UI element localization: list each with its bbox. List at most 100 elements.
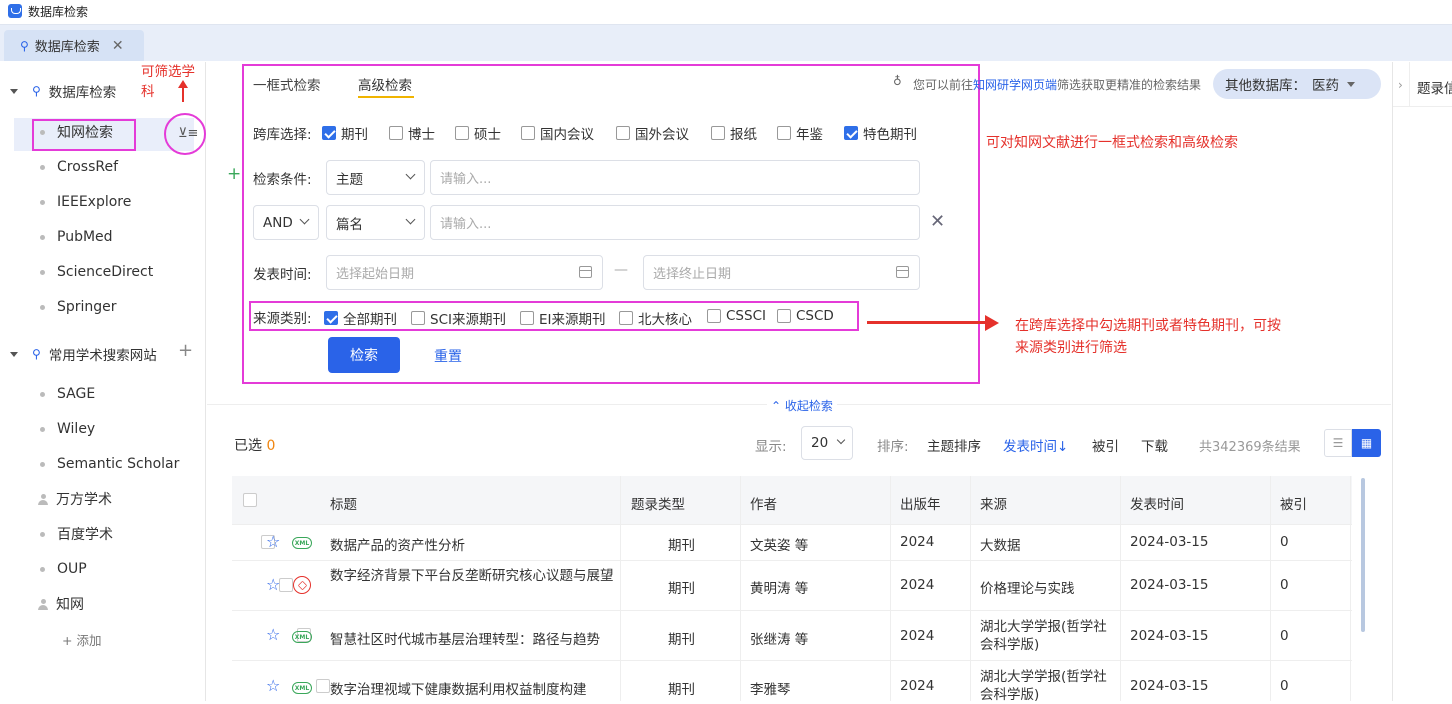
star-icon[interactable]: ☆ [266,676,280,695]
checkbox[interactable] [455,126,469,140]
start-date-input[interactable]: 选择起始日期 [326,255,603,290]
sidebar-item-semantic-scholar[interactable]: Semantic Scholar [40,450,179,478]
field-select-1[interactable]: 主题 [326,160,425,195]
cross-option-domestic-conf[interactable]: 国内会议 [521,123,594,143]
sidebar-item-oup[interactable]: OUP [40,555,87,583]
logic-select[interactable]: AND [253,205,319,240]
page-size-select[interactable]: 20 [801,426,853,460]
end-date-input[interactable]: 选择终止日期 [643,255,920,290]
xml-cloud-icon[interactable]: XML [292,537,312,549]
add-condition-icon[interactable]: + [227,164,241,184]
star-icon[interactable]: ☆ [266,532,280,551]
checkbox[interactable] [777,309,791,323]
row-title[interactable]: 数字经济背景下平台反垄断研究核心议题与展望 [330,567,615,585]
source-option-ei[interactable]: EI来源期刊 [520,308,606,328]
sidebar-item-cnki-site[interactable]: 知网 [38,590,84,618]
cross-option-foreign-conf[interactable]: 国外会议 [616,123,689,143]
col-divider [970,476,971,701]
col-year[interactable]: 出版年 [900,493,941,513]
checkbox[interactable] [711,126,725,140]
sidebar-item-cnki[interactable]: 知网检索 [40,118,113,146]
row-title[interactable]: 智慧社区时代城市基层治理转型：路径与趋势 [330,628,615,648]
close-icon[interactable]: ✕ [112,38,124,54]
cross-option-master[interactable]: 硕士 [455,123,501,143]
row-author: 黄明涛 等 [750,581,809,597]
field-select-2[interactable]: 篇名 [326,205,425,240]
checkbox[interactable] [844,126,858,140]
row-title[interactable]: 数字治理视域下健康数据利用权益制度构建 [330,678,615,698]
row-date: 2024-03-15 [1130,534,1209,550]
other-database-select[interactable]: 其他数据库： 医药 [1213,69,1381,99]
cross-option-newspaper[interactable]: 报纸 [711,123,757,143]
checkbox[interactable] [619,311,633,325]
search-input-2[interactable]: 请输入... [430,205,920,240]
sidebar-item-baidu[interactable]: 百度学术 [40,520,113,548]
checkbox[interactable] [324,311,338,325]
checkbox[interactable] [777,126,791,140]
col-source[interactable]: 来源 [980,493,1007,513]
tab-simple-search[interactable]: 一框式检索 [253,74,321,94]
source-option-cscd[interactable]: CSCD [777,308,834,324]
checkbox[interactable] [411,311,425,325]
row-date: 2024-03-15 [1130,577,1209,593]
select-all-checkbox[interactable] [243,493,257,507]
sort-by-cited[interactable]: 被引 [1092,435,1119,455]
star-icon[interactable]: ☆ [266,625,280,644]
sort-by-topic[interactable]: 主题排序 [927,435,981,455]
table-view-icon[interactable]: ▦ [1352,429,1381,457]
chevron-right-icon[interactable]: › [1398,78,1403,92]
sidebar-item-springer[interactable]: Springer [40,293,117,321]
list-view-icon[interactable]: ☰ [1324,429,1352,457]
row-title[interactable]: 数据产品的资产性分析 [330,534,465,554]
row-checkbox[interactable] [315,679,330,693]
table-scrollbar[interactable] [1361,478,1365,632]
tab-database-search[interactable]: ⚲ 数据库检索 ✕ [4,30,144,61]
cross-option-featured-journal[interactable]: 特色期刊 [844,123,917,143]
xml-cloud-icon[interactable]: XML [292,631,312,643]
checkbox[interactable] [521,126,535,140]
col-type[interactable]: 题录类型 [631,493,685,513]
cross-option-phd[interactable]: 博士 [389,123,435,143]
checkbox[interactable] [322,126,336,140]
col-date[interactable]: 发表时间 [1130,493,1184,513]
star-icon[interactable]: ☆ [266,575,280,594]
cross-option-journal[interactable]: 期刊 [322,123,368,143]
sidebar-item-wanfang[interactable]: 万方学术 [38,485,112,513]
sort-by-download[interactable]: 下载 [1141,435,1168,455]
tab-advanced-search[interactable]: 高级检索 [358,74,412,94]
row-checkbox[interactable] [279,578,294,592]
sidebar-item-crossref[interactable]: CrossRef [40,153,118,181]
col-author[interactable]: 作者 [750,493,777,513]
cross-option-yearbook[interactable]: 年鉴 [777,123,823,143]
hint-link[interactable]: 知网研学网页端 [973,78,1057,92]
col-title[interactable]: 标题 [330,493,357,513]
collapse-search-link[interactable]: ⌃ 收起检索 [767,397,837,414]
col-cited[interactable]: 被引 [1280,493,1307,513]
source-option-sci[interactable]: SCI来源期刊 [411,308,506,328]
sidebar-item-wiley[interactable]: Wiley [40,415,95,443]
remove-condition-icon[interactable]: ✕ [930,211,945,232]
source-option-cssci[interactable]: CSSCI [707,308,766,324]
checkbox[interactable] [616,126,630,140]
search-input-1[interactable]: 请输入... [430,160,920,195]
checkbox[interactable] [707,309,721,323]
sidebar-group-academic[interactable]: ⚲ 常用学术搜索网站 [10,344,157,364]
pdf-icon[interactable] [293,576,311,594]
cross-db-label: 跨库选择: [253,127,312,143]
add-link[interactable]: + 添加 [62,630,101,649]
source-option-all[interactable]: 全部期刊 [324,308,397,328]
sidebar-item-sciencedirect[interactable]: ScienceDirect [40,258,153,286]
checkbox[interactable] [520,311,534,325]
reset-button[interactable]: 重置 [434,346,462,366]
sidebar-group-database[interactable]: ⚲ 数据库检索 [10,81,116,101]
sidebar-item-sage[interactable]: SAGE [40,380,95,408]
checkbox[interactable] [389,126,403,140]
source-option-pku-core[interactable]: 北大核心 [619,308,692,328]
xml-cloud-icon[interactable]: XML [292,682,312,694]
sort-by-date[interactable]: 发表时间↓ [1003,435,1068,455]
sidebar-item-ieeexplore[interactable]: IEEExplore [40,188,131,216]
sidebar-item-pubmed[interactable]: PubMed [40,223,113,251]
filter-icon[interactable]: ⊻≡ [178,126,198,141]
search-button[interactable]: 检索 [328,337,400,373]
add-site-button[interactable]: + [178,340,193,361]
